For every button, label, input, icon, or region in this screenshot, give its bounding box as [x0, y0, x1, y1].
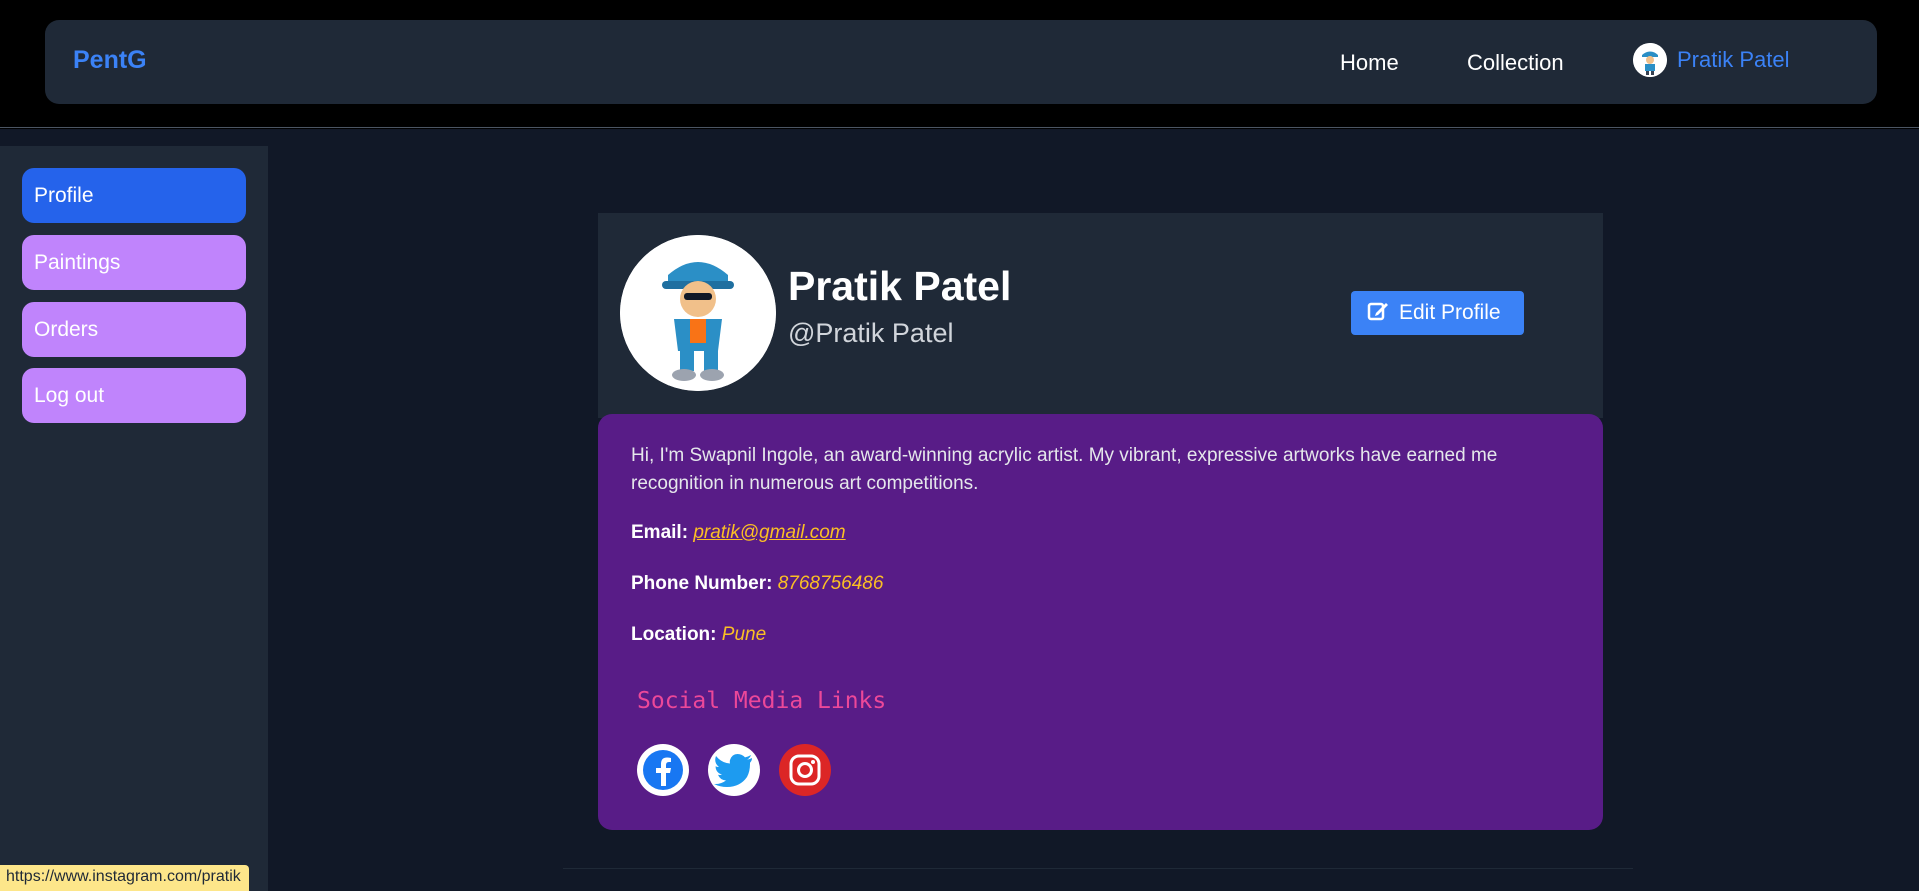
nav-collection-link[interactable]: Collection [1467, 50, 1564, 76]
profile-name: Pratik Patel [788, 263, 1012, 309]
edit-profile-label: Edit Profile [1399, 301, 1501, 324]
phone-label: Phone Number: [631, 573, 773, 594]
avatar [1633, 43, 1667, 77]
sidebar-item-paintings[interactable]: Paintings [22, 235, 246, 290]
status-bar-url: https://www.instagram.com/pratik [0, 865, 249, 891]
social-media-title: Social Media Links [637, 688, 887, 714]
sidebar-item-profile[interactable]: Profile [22, 168, 246, 223]
profile-details-card: Hi, I'm Swapnil Ingole, an award-winning… [598, 414, 1603, 830]
instagram-icon[interactable] [779, 744, 831, 796]
location-label: Location: [631, 624, 717, 645]
brand-logo[interactable]: PentG [73, 46, 147, 75]
phone-value: 8768756486 [777, 573, 884, 594]
phone-row: Phone Number: 8768756486 [631, 573, 883, 595]
edit-profile-button[interactable]: Edit Profile [1351, 291, 1524, 335]
nav-user-menu[interactable]: Pratik Patel [1633, 43, 1790, 77]
profile-header-card: Pratik Patel @Pratik Patel Edit Profile [598, 213, 1603, 418]
nav-user-name: Pratik Patel [1677, 47, 1790, 72]
location-row: Location: Pune [631, 624, 766, 646]
profile-bio: Hi, I'm Swapnil Ingole, an award-winning… [631, 445, 1498, 494]
twitter-icon[interactable] [708, 744, 760, 796]
edit-icon [1367, 300, 1389, 326]
sidebar-item-logout[interactable]: Log out [22, 368, 246, 423]
top-bar: PentG Home Collection Pratik Patel [0, 0, 1919, 128]
navbar: PentG Home Collection Pratik Patel [45, 20, 1877, 104]
location-value: Pune [721, 624, 767, 645]
sidebar: Profile Paintings Orders Log out [0, 146, 268, 891]
facebook-icon[interactable] [637, 744, 689, 796]
nav-home-link[interactable]: Home [1340, 50, 1399, 76]
email-row: Email: pratik@gmail.com [631, 522, 846, 544]
profile-handle: @Pratik Patel [788, 318, 954, 348]
email-label: Email: [631, 522, 689, 543]
sidebar-item-orders[interactable]: Orders [22, 302, 246, 357]
profile-avatar [620, 235, 776, 391]
email-link[interactable]: pratik@gmail.com [693, 522, 845, 543]
content-divider [563, 868, 1633, 869]
